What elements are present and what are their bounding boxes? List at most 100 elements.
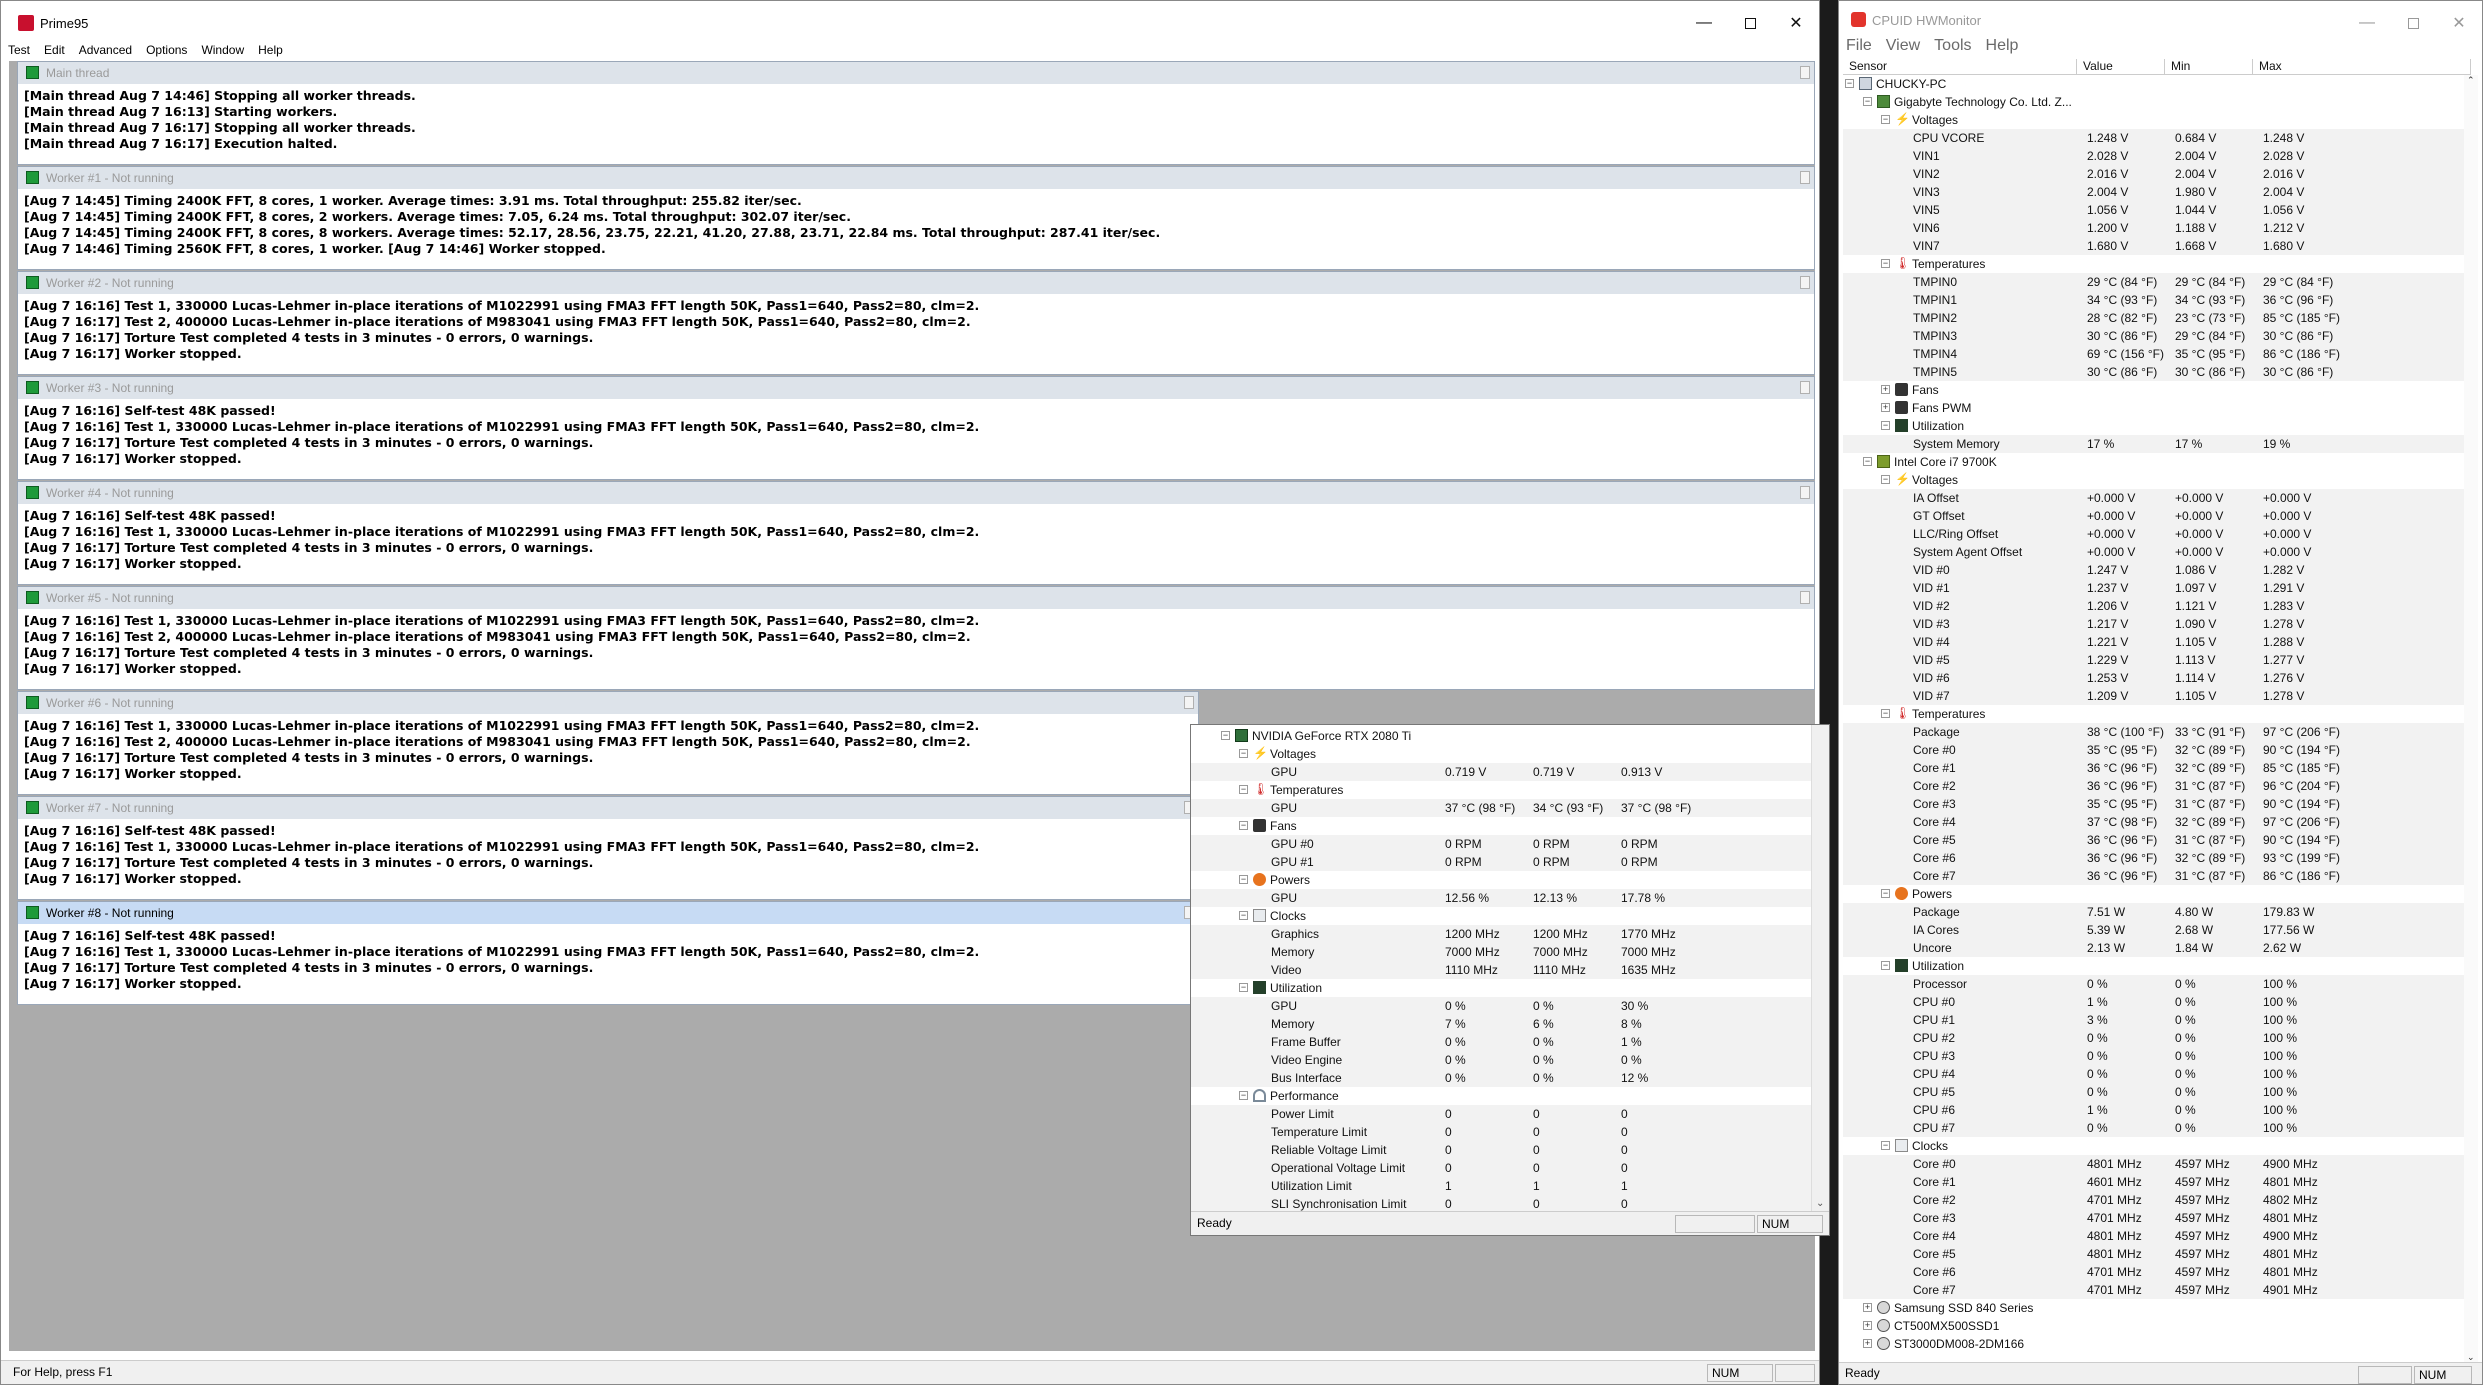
sensor-row[interactable]: VID #3 1.217 V 1.090 V 1.278 V: [1843, 615, 2465, 633]
menu-item-window[interactable]: Window: [194, 41, 251, 59]
collapse-icon[interactable]: −: [1239, 821, 1248, 830]
collapse-icon[interactable]: −: [1881, 115, 1890, 124]
collapse-icon[interactable]: −: [1863, 97, 1872, 106]
sensor-group[interactable]: − Utilization: [1843, 957, 2465, 975]
worker-window-2[interactable]: Worker #2 - Not running [Aug 7 16:16] Tes…: [17, 271, 1815, 375]
sensor-row[interactable]: VIN1 2.028 V 2.004 V 2.028 V: [1843, 147, 2465, 165]
sensor-row[interactable]: Core #0 4801 MHz 4597 MHz 4900 MHz: [1843, 1155, 2465, 1173]
expand-icon[interactable]: +: [1863, 1303, 1872, 1312]
collapse-icon[interactable]: −: [1881, 889, 1890, 898]
worker-window-4[interactable]: Worker #4 - Not running [Aug 7 16:16] Sel…: [17, 481, 1815, 585]
close-button[interactable]: ✕: [1773, 1, 1819, 45]
sensor-row[interactable]: Processor 0 % 0 % 100 %: [1843, 975, 2465, 993]
sensor-row[interactable]: VIN7 1.680 V 1.668 V 1.680 V: [1843, 237, 2465, 255]
sensor-row[interactable]: VID #4 1.221 V 1.105 V 1.288 V: [1843, 633, 2465, 651]
hwmonitor-titlebar[interactable]: CPUID HWMonitor — ✕: [1839, 1, 2482, 39]
menu-item-help[interactable]: Help: [251, 41, 290, 59]
sensor-row[interactable]: VID #2 1.206 V 1.121 V 1.283 V: [1843, 597, 2465, 615]
sensor-row[interactable]: Package 7.51 W 4.80 W 179.83 W: [1843, 903, 2465, 921]
collapse-icon[interactable]: −: [1845, 79, 1854, 88]
maximize-button[interactable]: [1727, 1, 1773, 45]
worker-window-6[interactable]: Worker #6 - Not running [Aug 7 16:16] Tes…: [17, 691, 1199, 795]
sensor-row[interactable]: Graphics 1200 MHz 1200 MHz 1770 MHz: [1191, 925, 1813, 943]
sensor-row[interactable]: CPU #6 1 % 0 % 100 %: [1843, 1101, 2465, 1119]
sensor-row[interactable]: Core #5 36 °C (96 °F) 31 °C (87 °F) 90 °C (…: [1843, 831, 2465, 849]
sensor-row[interactable]: VIN2 2.016 V 2.004 V 2.016 V: [1843, 165, 2465, 183]
menu-item-help[interactable]: Help: [1979, 37, 2026, 55]
sensor-row[interactable]: Core #5 4801 MHz 4597 MHz 4801 MHz: [1843, 1245, 2465, 1263]
sensor-group[interactable]: − Utilization: [1191, 979, 1813, 997]
worker-window-title[interactable]: Worker #7 - Not running: [18, 797, 1198, 819]
sensor-row[interactable]: TMPIN1 34 °C (93 °F) 34 °C (93 °F) 36 °C (9…: [1843, 291, 2465, 309]
sensor-row[interactable]: Core #2 4701 MHz 4597 MHz 4802 MHz: [1843, 1191, 2465, 1209]
worker-window-button[interactable]: [1184, 696, 1194, 709]
sensor-row[interactable]: TMPIN3 30 °C (86 °F) 29 °C (84 °F) 30 °C (8…: [1843, 327, 2465, 345]
sensor-row[interactable]: GPU 0 % 0 % 30 %: [1191, 997, 1813, 1015]
expand-icon[interactable]: +: [1863, 1321, 1872, 1330]
main-thread-window[interactable]: Main thread [Main thread Aug 7 14:46] Sto…: [17, 61, 1815, 165]
worker-window-5[interactable]: Worker #5 - Not running [Aug 7 16:16] Tes…: [17, 586, 1815, 690]
sensor-row[interactable]: TMPIN2 28 °C (82 °F) 23 °C (73 °F) 85 °C (1…: [1843, 309, 2465, 327]
sensor-row[interactable]: LLC/Ring Offset +0.000 V +0.000 V +0.000 V: [1843, 525, 2465, 543]
sensor-row[interactable]: Core #1 4601 MHz 4597 MHz 4801 MHz: [1843, 1173, 2465, 1191]
worker-window-title[interactable]: Worker #3 - Not running: [18, 377, 1814, 399]
expand-icon[interactable]: +: [1881, 385, 1890, 394]
worker-window-button[interactable]: [1800, 486, 1810, 499]
sensor-group[interactable]: + Samsung SSD 840 Series: [1843, 1299, 2465, 1317]
sensor-group[interactable]: − Fans: [1191, 817, 1813, 835]
sensor-row[interactable]: Core #6 4701 MHz 4597 MHz 4801 MHz: [1843, 1263, 2465, 1281]
sensor-group[interactable]: − Powers: [1843, 885, 2465, 903]
sensor-group[interactable]: − Clocks: [1191, 907, 1813, 925]
sensor-group[interactable]: + ST3000DM008-2DM166: [1843, 1335, 2465, 1353]
worker-window-1[interactable]: Worker #1 - Not running [Aug 7 14:45] Tim…: [17, 166, 1815, 270]
worker-window-button[interactable]: [1800, 381, 1810, 394]
worker-window-3[interactable]: Worker #3 - Not running [Aug 7 16:16] Sel…: [17, 376, 1815, 480]
menu-item-test[interactable]: Test: [1, 41, 37, 59]
sensor-row[interactable]: Core #4 4801 MHz 4597 MHz 4900 MHz: [1843, 1227, 2465, 1245]
sensor-row[interactable]: Video Engine 0 % 0 % 0 %: [1191, 1051, 1813, 1069]
sensor-row[interactable]: Core #3 35 °C (95 °F) 31 °C (87 °F) 90 °C (…: [1843, 795, 2465, 813]
collapse-icon[interactable]: −: [1881, 259, 1890, 268]
sensor-row[interactable]: CPU #0 1 % 0 % 100 %: [1843, 993, 2465, 1011]
sensor-row[interactable]: Power Limit 0 0 0: [1191, 1105, 1813, 1123]
sensor-group[interactable]: − Clocks: [1843, 1137, 2465, 1155]
sensor-row[interactable]: Bus Interface 0 % 0 % 12 %: [1191, 1069, 1813, 1087]
sensor-row[interactable]: TMPIN5 30 °C (86 °F) 30 °C (86 °F) 30 °C (8…: [1843, 363, 2465, 381]
sensor-row[interactable]: Memory 7 % 6 % 8 %: [1191, 1015, 1813, 1033]
worker-window-title[interactable]: Main thread: [18, 62, 1814, 84]
sensor-row[interactable]: VID #5 1.229 V 1.113 V 1.277 V: [1843, 651, 2465, 669]
sensor-row[interactable]: CPU #5 0 % 0 % 100 %: [1843, 1083, 2465, 1101]
sensor-row[interactable]: Memory 7000 MHz 7000 MHz 7000 MHz: [1191, 943, 1813, 961]
worker-window-button[interactable]: [1800, 171, 1810, 184]
hwmonitor-scrollbar[interactable]: ⌃ ⌄: [2464, 75, 2478, 1365]
sensor-group[interactable]: − CHUCKY-PC: [1843, 75, 2465, 93]
sensor-row[interactable]: GPU #1 0 RPM 0 RPM 0 RPM: [1191, 853, 1813, 871]
menu-item-advanced[interactable]: Advanced: [72, 41, 139, 59]
sensor-row[interactable]: Package 38 °C (100 °F) 33 °C (91 °F) 97 °C …: [1843, 723, 2465, 741]
worker-window-title[interactable]: Worker #4 - Not running: [18, 482, 1814, 504]
sensor-row[interactable]: Core #7 36 °C (96 °F) 31 °C (87 °F) 86 °C (…: [1843, 867, 2465, 885]
sensor-row[interactable]: Core #1 36 °C (96 °F) 32 °C (89 °F) 85 °C (…: [1843, 759, 2465, 777]
sensor-row[interactable]: VID #6 1.253 V 1.114 V 1.276 V: [1843, 669, 2465, 687]
sensor-group[interactable]: − ⚡ Voltages: [1191, 745, 1813, 763]
worker-window-title[interactable]: Worker #8 - Not running: [18, 902, 1198, 924]
sensor-row[interactable]: IA Offset +0.000 V +0.000 V +0.000 V: [1843, 489, 2465, 507]
sensor-row[interactable]: VIN3 2.004 V 1.980 V 2.004 V: [1843, 183, 2465, 201]
scroll-down-icon[interactable]: ⌄: [1816, 1198, 1824, 1209]
sensor-row[interactable]: IA Cores 5.39 W 2.68 W 177.56 W: [1843, 921, 2465, 939]
worker-window-button[interactable]: [1800, 66, 1810, 79]
sensor-row[interactable]: Uncore 2.13 W 1.84 W 2.62 W: [1843, 939, 2465, 957]
expand-icon[interactable]: +: [1863, 1339, 1872, 1348]
collapse-icon[interactable]: −: [1863, 457, 1872, 466]
column-sensor[interactable]: Sensor: [1843, 59, 2077, 75]
sensor-group[interactable]: − Gigabyte Technology Co. Ltd. Z...: [1843, 93, 2465, 111]
collapse-icon[interactable]: −: [1881, 1141, 1890, 1150]
sensor-group[interactable]: − Powers: [1191, 871, 1813, 889]
worker-window-title[interactable]: Worker #2 - Not running: [18, 272, 1814, 294]
scroll-up-icon[interactable]: ⌃: [2467, 75, 2475, 86]
sensor-row[interactable]: CPU #1 3 % 0 % 100 %: [1843, 1011, 2465, 1029]
worker-window-title[interactable]: Worker #6 - Not running: [18, 692, 1198, 714]
collapse-icon[interactable]: −: [1881, 961, 1890, 970]
sensor-row[interactable]: Core #7 4701 MHz 4597 MHz 4901 MHz: [1843, 1281, 2465, 1299]
sensor-group[interactable]: − ⚡ Voltages: [1843, 471, 2465, 489]
